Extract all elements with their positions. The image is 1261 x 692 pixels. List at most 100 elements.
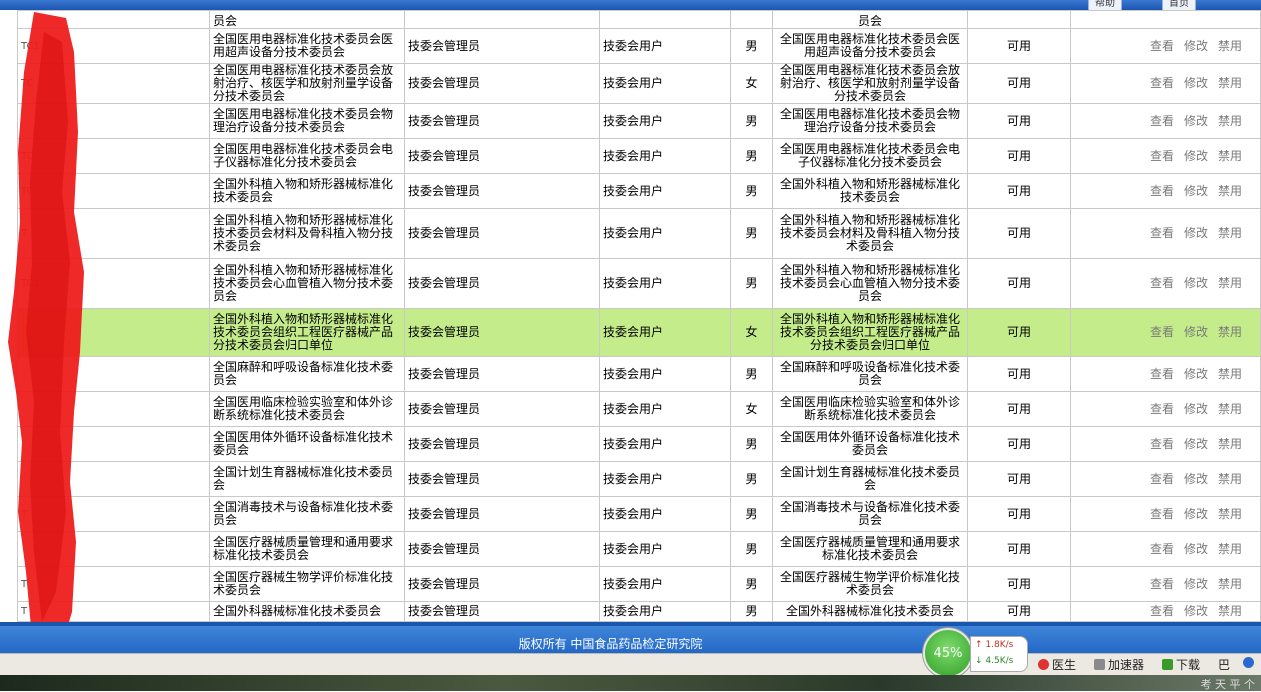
edit-link[interactable]: 修改 bbox=[1184, 542, 1208, 556]
view-link[interactable]: 查看 bbox=[1150, 184, 1174, 198]
role-cell: 技委会管理员 bbox=[404, 258, 600, 309]
status-cell: 可用 bbox=[967, 496, 1071, 532]
actions-cell: 查看 修改 禁用 bbox=[1070, 531, 1261, 567]
disable-link[interactable]: 禁用 bbox=[1218, 149, 1242, 163]
view-link[interactable]: 查看 bbox=[1150, 507, 1174, 521]
view-link[interactable]: 查看 bbox=[1150, 604, 1174, 618]
edit-link[interactable]: 修改 bbox=[1184, 577, 1208, 591]
disable-link[interactable]: 禁用 bbox=[1218, 604, 1242, 618]
table-row[interactable]: TC1 全国外科植入物和矫形器械标准化技术委员会心血管植入物分技术委员会 技委会管理… bbox=[17, 258, 1261, 309]
disable-link[interactable]: 禁用 bbox=[1218, 226, 1242, 240]
view-link[interactable]: 查看 bbox=[1150, 542, 1174, 556]
doctor-icon bbox=[1038, 659, 1049, 670]
user-type-cell: 技委会用户 bbox=[599, 63, 731, 104]
org-cell: 全国医疗器械质量管理和通用要求标准化技术委员会 bbox=[209, 531, 405, 567]
edit-link[interactable]: 修改 bbox=[1184, 472, 1208, 486]
view-link[interactable]: 查看 bbox=[1150, 39, 1174, 53]
view-link[interactable]: 查看 bbox=[1150, 226, 1174, 240]
table-row[interactable]: 全国外科植入物和矫形器械标准化技术委员会组织工程医疗器械产品分技术委员会归口单位… bbox=[17, 308, 1261, 357]
disable-link[interactable]: 禁用 bbox=[1218, 437, 1242, 451]
accelerator-button[interactable]: 加速器 bbox=[1094, 656, 1144, 673]
table-row[interactable]: 全国医用电器标准化技术委员会物理治疗设备分技术委员会 技委会管理员 技委会用户男全国… bbox=[17, 103, 1261, 139]
edit-link[interactable]: 修改 bbox=[1184, 114, 1208, 128]
table-row[interactable]: 全国计划生育器械标准化技术委员会 技委会管理员 技委会用户男全国计划生育器械标准化技… bbox=[17, 461, 1261, 497]
user-id-cell: TC bbox=[17, 138, 210, 174]
user-table-container: 员会 员会 TC1 全国医用电器标准化技术委员会医用超声设备分技术委员会 技委会管理… bbox=[17, 10, 1261, 622]
view-link[interactable]: 查看 bbox=[1150, 276, 1174, 290]
disable-link[interactable]: 禁用 bbox=[1218, 184, 1242, 198]
table-row[interactable]: 全国医疗器械质量管理和通用要求标准化技术委员会 技委会管理员 技委会用户男全国医疗器… bbox=[17, 531, 1261, 567]
view-link[interactable]: 查看 bbox=[1150, 437, 1174, 451]
edit-link[interactable]: 修改 bbox=[1184, 325, 1208, 339]
edit-link[interactable]: 修改 bbox=[1184, 402, 1208, 416]
misc-button[interactable]: 巴 bbox=[1218, 656, 1230, 673]
edit-link[interactable]: 修改 bbox=[1184, 226, 1208, 240]
edit-link[interactable]: 修改 bbox=[1184, 184, 1208, 198]
disable-link[interactable]: 禁用 bbox=[1218, 542, 1242, 556]
user-id-cell: T bbox=[17, 208, 210, 259]
org-cell: 员会 bbox=[209, 10, 405, 29]
table-row[interactable]: 全国麻醉和呼吸设备标准化技术委员会 技委会管理员 技委会用户男全国麻醉和呼吸设备标准… bbox=[17, 356, 1261, 392]
edit-link[interactable]: 修改 bbox=[1184, 76, 1208, 90]
disable-link[interactable]: 禁用 bbox=[1218, 367, 1242, 381]
user-type-cell: 技委会用户 bbox=[599, 426, 731, 462]
view-link[interactable]: 查看 bbox=[1150, 577, 1174, 591]
org-cell: 全国外科植入物和矫形器械标准化技术委员会心血管植入物分技术委员会 bbox=[209, 258, 405, 309]
edit-link[interactable]: 修改 bbox=[1184, 437, 1208, 451]
role-cell: 技委会管理员 bbox=[404, 426, 600, 462]
edit-link[interactable]: 修改 bbox=[1184, 39, 1208, 53]
table-row[interactable]: T 全国外科器械标准化技术委员会 技委会管理员 技委会用户男全国外科器械标准化技术委员… bbox=[17, 601, 1261, 622]
edit-link[interactable]: 修改 bbox=[1184, 276, 1208, 290]
download-button[interactable]: 下载 bbox=[1162, 656, 1200, 673]
table-row[interactable]: T 全国外科植入物和矫形器械标准化技术委员会材料及骨科植入物分技术委员会 技委会管理… bbox=[17, 208, 1261, 259]
user-id-cell bbox=[17, 461, 210, 497]
table-row[interactable]: 全国医用体外循环设备标准化技术委员会 技委会管理员 技委会用户男全国医用体外循环设备… bbox=[17, 426, 1261, 462]
table-row[interactable]: TC 全国医用电器标准化技术委员会电子仪器标准化分技术委员会 技委会管理员 技委会用户… bbox=[17, 138, 1261, 174]
disable-link[interactable]: 禁用 bbox=[1218, 507, 1242, 521]
table-row[interactable]: TC 全国医用电器标准化技术委员会放射治疗、核医学和放射剂量学设备分技术委员会 技委… bbox=[17, 63, 1261, 104]
network-gauge[interactable]: 45% bbox=[923, 628, 973, 678]
browser-top-bar: 帮助 首页 bbox=[0, 0, 1261, 11]
edit-link[interactable]: 修改 bbox=[1184, 367, 1208, 381]
user-type-cell: 技委会用户 bbox=[599, 531, 731, 567]
doctor-button[interactable]: 医生 bbox=[1038, 656, 1076, 673]
status-cell: 可用 bbox=[967, 258, 1071, 309]
view-link[interactable]: 查看 bbox=[1150, 402, 1174, 416]
ie-button[interactable] bbox=[1243, 656, 1257, 670]
org-cell: 全国医用临床检验实验室和体外诊断系统标准化技术委员会 bbox=[209, 391, 405, 427]
view-link[interactable]: 查看 bbox=[1150, 367, 1174, 381]
status-cell: 可用 bbox=[967, 356, 1071, 392]
disable-link[interactable]: 禁用 bbox=[1218, 39, 1242, 53]
table-row[interactable]: T 全国医疗器械生物学评价标准化技术委员会 技委会管理员 技委会用户男全国医疗器械生物… bbox=[17, 566, 1261, 602]
table-row[interactable]: TC 全国外科植入物和矫形器械标准化技术委员会 技委会管理员 技委会用户男全国外科植入… bbox=[17, 173, 1261, 209]
user-type-cell: 技委会用户 bbox=[599, 173, 731, 209]
actions-cell: 查看 修改 禁用 bbox=[1070, 308, 1261, 357]
gender-cell: 男 bbox=[730, 566, 773, 602]
org2-cell: 全国计划生育器械标准化技术委员会 bbox=[772, 461, 968, 497]
edit-link[interactable]: 修改 bbox=[1184, 149, 1208, 163]
view-link[interactable]: 查看 bbox=[1150, 472, 1174, 486]
org2-cell: 全国医用临床检验实验室和体外诊断系统标准化技术委员会 bbox=[772, 391, 968, 427]
table-row[interactable]: T 全国消毒技术与设备标准化技术委员会 技委会管理员 技委会用户男全国消毒技术与设备标… bbox=[17, 496, 1261, 532]
table-row[interactable]: 全国医用临床检验实验室和体外诊断系统标准化技术委员会 技委会管理员 技委会用户女全国… bbox=[17, 391, 1261, 427]
table-row[interactable]: TC1 全国医用电器标准化技术委员会医用超声设备分技术委员会 技委会管理员 技委会用户… bbox=[17, 28, 1261, 64]
user-id-cell: TC1 bbox=[17, 258, 210, 309]
upload-speed: ↑ 1.8K/s bbox=[975, 640, 1014, 650]
view-link[interactable]: 查看 bbox=[1150, 149, 1174, 163]
status-cell: 可用 bbox=[967, 208, 1071, 259]
edit-link[interactable]: 修改 bbox=[1184, 507, 1208, 521]
view-link[interactable]: 查看 bbox=[1150, 114, 1174, 128]
view-link[interactable]: 查看 bbox=[1150, 325, 1174, 339]
view-link[interactable]: 查看 bbox=[1150, 76, 1174, 90]
disable-link[interactable]: 禁用 bbox=[1218, 577, 1242, 591]
disable-link[interactable]: 禁用 bbox=[1218, 114, 1242, 128]
role-cell: 技委会管理员 bbox=[404, 308, 600, 357]
disable-link[interactable]: 禁用 bbox=[1218, 472, 1242, 486]
disable-link[interactable]: 禁用 bbox=[1218, 325, 1242, 339]
org2-cell: 全国医用电器标准化技术委员会医用超声设备分技术委员会 bbox=[772, 28, 968, 64]
gender-cell: 女 bbox=[730, 391, 773, 427]
edit-link[interactable]: 修改 bbox=[1184, 604, 1208, 618]
disable-link[interactable]: 禁用 bbox=[1218, 276, 1242, 290]
disable-link[interactable]: 禁用 bbox=[1218, 402, 1242, 416]
disable-link[interactable]: 禁用 bbox=[1218, 76, 1242, 90]
